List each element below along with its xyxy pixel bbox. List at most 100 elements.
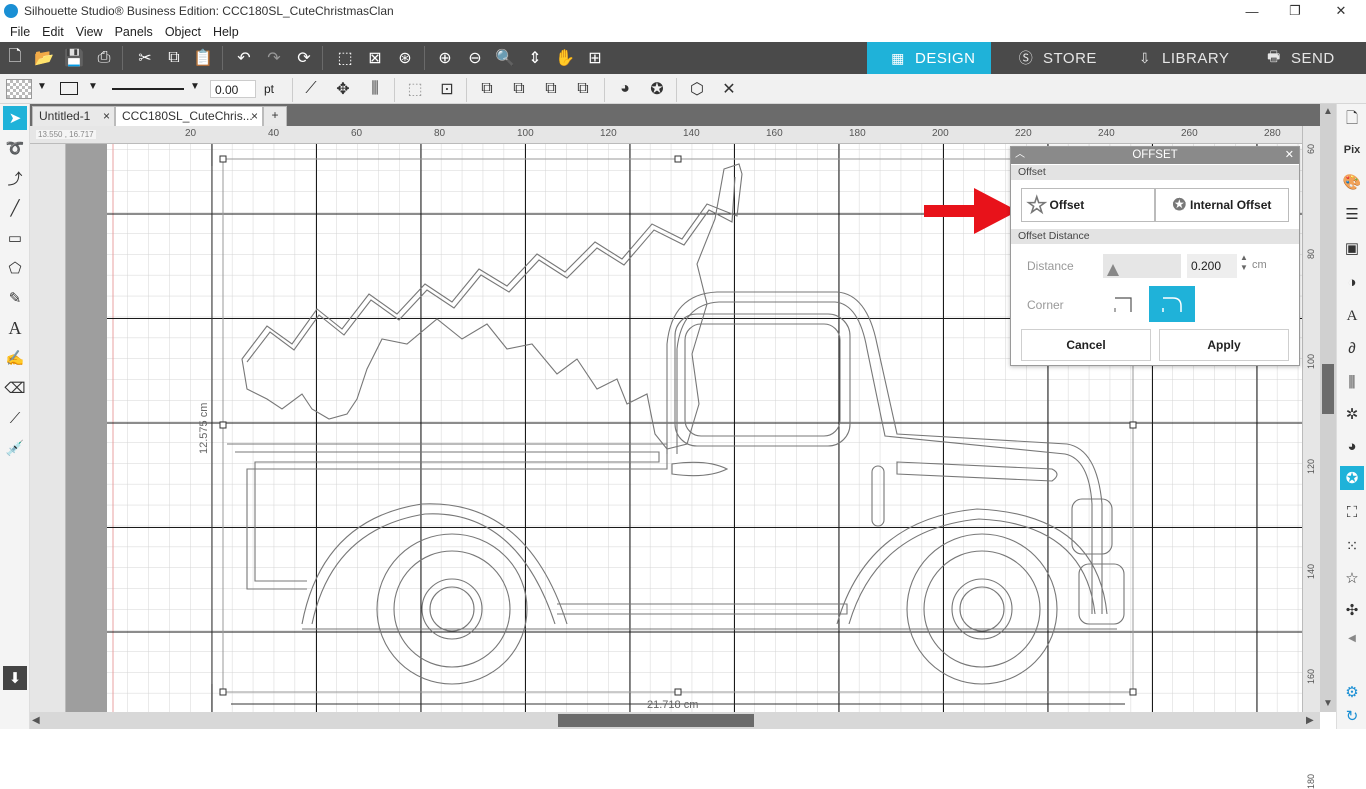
menu-edit[interactable]: Edit: [42, 25, 64, 39]
menu-help[interactable]: Help: [213, 25, 239, 39]
line-color-swatch[interactable]: [60, 82, 78, 95]
ungroup-icon[interactable]: ⊡: [436, 78, 458, 100]
close-tab-icon[interactable]: ×: [103, 109, 110, 123]
puzzle-icon[interactable]: ✣: [1340, 598, 1364, 622]
scroll-up-icon[interactable]: ▲: [1323, 106, 1333, 117]
replicate-cube-icon[interactable]: ⬡: [686, 78, 708, 100]
fill-color-swatch[interactable]: [6, 79, 32, 99]
collapse-chevron-icon[interactable]: ︿: [1015, 146, 1025, 163]
distance-slider[interactable]: [1103, 254, 1181, 278]
tab-design[interactable]: ▦ DESIGN: [867, 42, 991, 74]
text-tool-icon[interactable]: A: [3, 316, 27, 340]
line-color-dropdown-icon[interactable]: ▼: [88, 81, 98, 92]
paste-icon[interactable]: 📋: [192, 47, 214, 69]
settings-gear-icon[interactable]: ⚙: [1340, 680, 1364, 704]
horizontal-scroll-thumb[interactable]: [558, 714, 754, 727]
align-panel-icon[interactable]: ⫼: [1340, 370, 1364, 394]
eraser-tool-icon[interactable]: ⌫: [3, 376, 27, 400]
curve-tool-icon[interactable]: ⤴: [3, 166, 27, 190]
cancel-button[interactable]: Cancel: [1021, 329, 1151, 361]
line-width-input[interactable]: 0.00: [210, 80, 256, 98]
pencil-tool-icon[interactable]: ✎: [3, 286, 27, 310]
modify-panel-icon[interactable]: ◕: [1340, 434, 1364, 458]
line-style-preview[interactable]: [112, 88, 184, 90]
redo-icon[interactable]: ↷: [263, 47, 285, 69]
library-folder-icon[interactable]: ⬇: [3, 666, 27, 690]
pattern-icon[interactable]: ▣: [1340, 236, 1364, 260]
line-tool-icon-left[interactable]: ╱: [3, 196, 27, 220]
open-folder-icon[interactable]: 📂: [33, 47, 55, 69]
distance-stepper[interactable]: ▲ ▼: [1240, 253, 1248, 273]
rectangle-tool-icon[interactable]: ▭: [3, 226, 27, 250]
trace-icon[interactable]: ⛶: [1340, 500, 1364, 524]
close-tab-icon[interactable]: ×: [251, 109, 258, 123]
line-style-icon[interactable]: ☰: [1340, 202, 1364, 226]
close-panel-icon[interactable]: ✕: [1285, 147, 1294, 164]
apply-button[interactable]: Apply: [1159, 329, 1289, 361]
pixscan-icon[interactable]: Pix: [1340, 138, 1364, 162]
distance-slider-handle[interactable]: [1107, 264, 1119, 276]
knife-tool-icon[interactable]: ⟋: [3, 406, 27, 430]
fill-dropdown-icon[interactable]: ▼: [37, 81, 47, 92]
tab-send[interactable]: 🖶 SEND: [1241, 42, 1366, 74]
tab-store[interactable]: Ⓢ STORE: [991, 42, 1114, 74]
deselect-icon[interactable]: ⊠: [364, 47, 386, 69]
vertical-scroll-thumb[interactable]: [1322, 364, 1334, 414]
move-icon[interactable]: ✥: [332, 78, 354, 100]
line-style-dropdown-icon[interactable]: ▼: [190, 81, 200, 92]
menu-panels[interactable]: Panels: [115, 25, 153, 39]
new-tab-button[interactable]: +: [263, 106, 287, 126]
sync-icon[interactable]: ↻: [1340, 704, 1364, 728]
group-icon[interactable]: ⬚: [404, 78, 426, 100]
delete-x-icon[interactable]: ✕: [718, 78, 740, 100]
menu-object[interactable]: Object: [165, 25, 201, 39]
horizontal-scrollbar[interactable]: ◀ ▶: [30, 712, 1320, 729]
refresh-icon[interactable]: ⟳: [293, 47, 315, 69]
text-style-icon[interactable]: A: [1340, 304, 1364, 328]
corner-round-button[interactable]: [1149, 286, 1195, 322]
text-to-path-icon[interactable]: ∂: [1340, 336, 1364, 360]
pan-hand-icon[interactable]: ✋: [554, 47, 576, 69]
internal-offset-button[interactable]: ✪ Internal Offset: [1155, 188, 1289, 222]
point-edit-icon[interactable]: ➰: [3, 136, 27, 160]
menu-view[interactable]: View: [76, 25, 103, 39]
offset-panel-icon[interactable]: ✪: [1340, 466, 1364, 490]
select-arrow-icon[interactable]: ➤: [3, 106, 27, 130]
scroll-left-icon[interactable]: ◀: [32, 715, 40, 726]
collapse-panel-icon[interactable]: ◀: [1340, 626, 1364, 650]
menu-file[interactable]: File: [10, 25, 30, 39]
modify-shapes-icon[interactable]: ◕: [614, 78, 636, 100]
send-to-back-icon[interactable]: ⧉: [572, 78, 594, 100]
cut-icon[interactable]: ✂: [134, 47, 156, 69]
doc-tab-ccc180[interactable]: CCC180SL_CuteChris... ×: [115, 106, 263, 126]
fit-to-page-icon[interactable]: ⊞: [584, 47, 606, 69]
print-icon[interactable]: ⎙: [93, 47, 115, 69]
bring-forward-icon[interactable]: ⧉: [508, 78, 530, 100]
transform-icon[interactable]: ✲: [1340, 402, 1364, 426]
draw-tool-icon[interactable]: ✍: [3, 346, 27, 370]
new-document-icon[interactable]: 🗋: [4, 47, 26, 69]
eyedropper-tool-icon[interactable]: 💉: [3, 436, 27, 460]
tab-library[interactable]: ⇩ LIBRARY: [1114, 42, 1241, 74]
align-icon[interactable]: ⫼: [364, 78, 386, 100]
send-backward-icon[interactable]: ⧉: [540, 78, 562, 100]
scroll-down-icon[interactable]: ▼: [1323, 698, 1333, 709]
copy-icon[interactable]: ⧉: [163, 47, 185, 69]
line-tool-icon[interactable]: ⟋: [300, 78, 322, 100]
scroll-right-icon[interactable]: ▶: [1306, 715, 1314, 726]
sketch-icon[interactable]: ⁙: [1340, 534, 1364, 558]
zoom-in-icon[interactable]: ⊕: [434, 47, 456, 69]
bring-to-front-icon[interactable]: ⧉: [476, 78, 498, 100]
offset-star-icon[interactable]: ✪: [646, 78, 668, 100]
restore-button[interactable]: ❐: [1272, 0, 1318, 22]
contrast-icon[interactable]: ◑: [1340, 270, 1364, 294]
minimize-button[interactable]: —: [1229, 0, 1275, 22]
close-window-button[interactable]: ✕: [1318, 0, 1364, 22]
save-icon[interactable]: 💾: [63, 47, 85, 69]
select-by-color-icon[interactable]: ⊛: [394, 47, 416, 69]
offset-button[interactable]: ☆ Offset: [1021, 188, 1155, 222]
fill-palette-icon[interactable]: 🎨: [1340, 170, 1364, 194]
vertical-scrollbar[interactable]: ▲ ▼: [1320, 104, 1336, 712]
zoom-out-icon[interactable]: ⊖: [464, 47, 486, 69]
polygon-tool-icon[interactable]: ⬠: [3, 256, 27, 280]
